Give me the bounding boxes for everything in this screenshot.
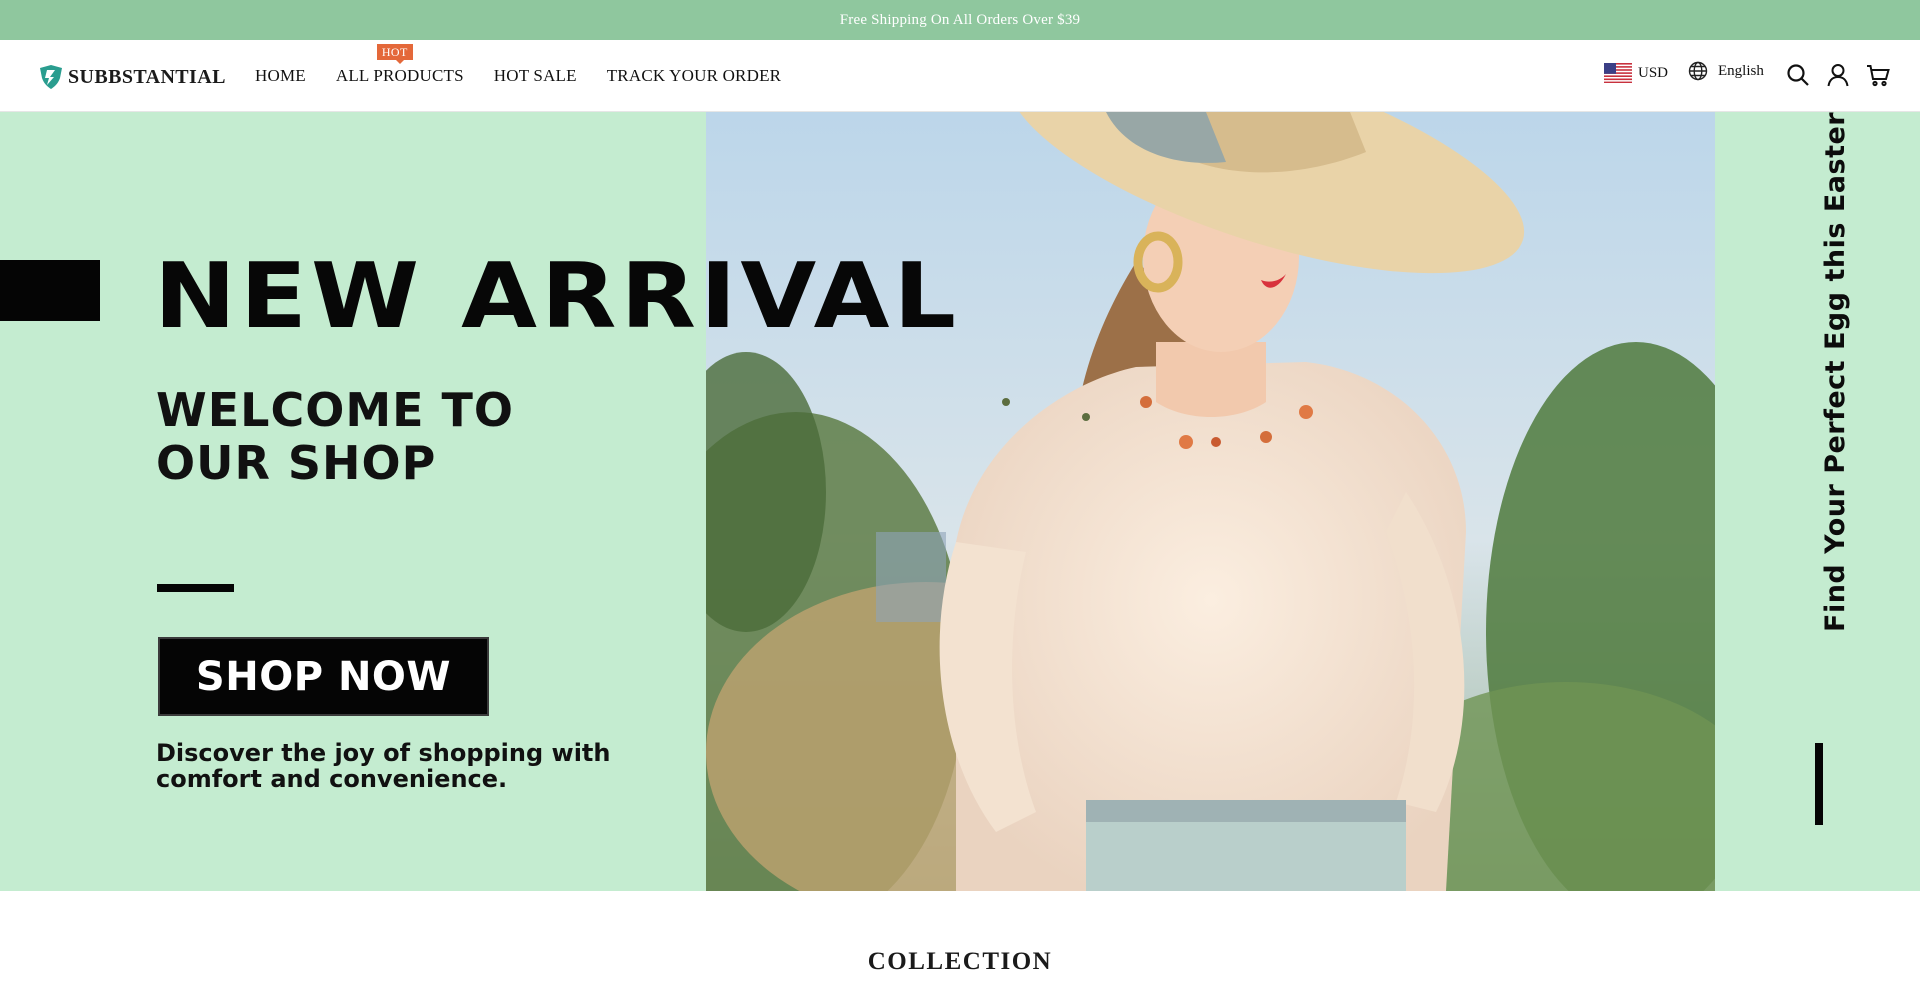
nav-all-products[interactable]: ALL PRODUCTS HOT xyxy=(335,44,464,86)
hero-vertical-text: Find Your Perfect Egg this Easter xyxy=(1820,112,1851,632)
main-nav: HOME ALL PRODUCTS HOT HOT SALE TRACK YOU… xyxy=(255,40,811,112)
hero-photo-woman-in-hat xyxy=(706,112,1715,891)
language-label: English xyxy=(1718,62,1764,79)
decorative-black-block xyxy=(0,260,100,321)
hero-title: NEW ARRIVAL xyxy=(154,244,960,349)
hero-welcome-heading: WELCOME TO OUR SHOP xyxy=(156,384,636,490)
announcement-text: Free Shipping On All Orders Over $39 xyxy=(839,11,1081,28)
currency-label: USD xyxy=(1638,64,1669,81)
hot-badge: HOT xyxy=(376,44,413,64)
welcome-line-2: OUR SHOP xyxy=(156,436,437,490)
tagline-line-1: Discover the joy of shopping with xyxy=(156,739,611,767)
search-icon[interactable] xyxy=(1785,62,1811,88)
cart-icon[interactable] xyxy=(1865,62,1891,88)
collection-heading: COLLECTION xyxy=(867,948,1053,975)
logo-shield-icon xyxy=(40,65,62,89)
site-header: SUBBSTANTIAL HOME ALL PRODUCTS HOT HOT S… xyxy=(0,40,1920,112)
us-flag-icon xyxy=(1604,63,1632,83)
logo-text: SUBBSTANTIAL xyxy=(68,65,226,88)
tagline-line-2: comfort and convenience. xyxy=(156,765,508,793)
nav-home[interactable]: HOME xyxy=(255,66,306,86)
welcome-line-1: WELCOME TO xyxy=(156,383,515,437)
logo[interactable]: SUBBSTANTIAL xyxy=(38,62,226,92)
nav-track-order[interactable]: TRACK YOUR ORDER xyxy=(607,66,781,86)
language-selector[interactable]: English xyxy=(1688,61,1764,81)
currency-selector[interactable]: USD xyxy=(1604,63,1668,83)
vertical-decorative-rule xyxy=(1815,743,1823,825)
decorative-rule xyxy=(157,584,234,592)
nav-hot-sale[interactable]: HOT SALE xyxy=(494,66,577,86)
announcement-bar: Free Shipping On All Orders Over $39 xyxy=(0,0,1920,40)
globe-icon xyxy=(1688,61,1708,81)
hero-banner: NEW ARRIVAL WELCOME TO OUR SHOP SHOP NOW… xyxy=(0,112,1920,891)
hero-tagline: Discover the joy of shopping with comfor… xyxy=(156,740,636,792)
account-icon[interactable] xyxy=(1825,62,1851,88)
nav-all-products-label: ALL PRODUCTS xyxy=(335,66,464,85)
shop-now-button[interactable]: SHOP NOW xyxy=(158,637,489,716)
